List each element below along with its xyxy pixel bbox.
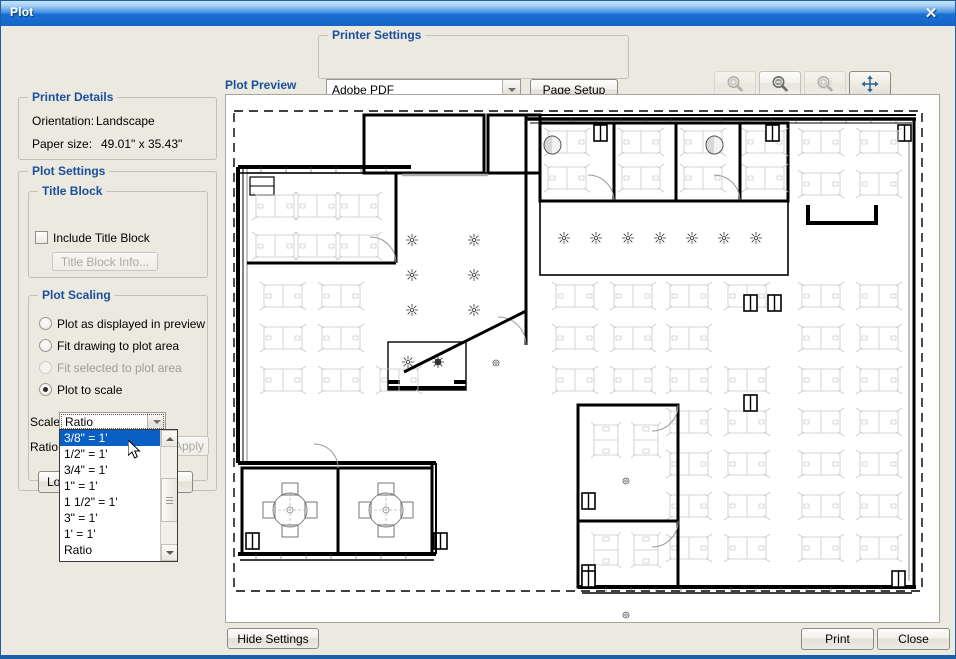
- print-button[interactable]: Print: [801, 628, 874, 650]
- scale-combo-arrow[interactable]: [147, 413, 165, 430]
- window-bottom-border: [1, 655, 955, 658]
- radio-plot-as-displayed-label: Plot as displayed in preview: [57, 317, 206, 331]
- title-block-legend: Title Block: [38, 184, 107, 198]
- chevron-up-icon: [165, 436, 174, 441]
- radio-fit-drawing[interactable]: [39, 339, 52, 352]
- include-title-block-label: Include Title Block: [53, 231, 150, 245]
- dropdown-item-2[interactable]: 3/4" = 1': [60, 462, 162, 478]
- window-titlebar: Plot ✕: [1, 1, 955, 26]
- dropdown-item-1[interactable]: 1/2" = 1': [60, 446, 162, 462]
- radio-fit-selected-label: Fit selected to plot area: [57, 361, 182, 375]
- scale-dropdown-list[interactable]: 3/8" = 1' 1/2" = 1' 3/4" = 1' 1" = 1' 1 …: [59, 429, 178, 562]
- radio-plot-to-scale-label: Plot to scale: [57, 383, 123, 397]
- printer-settings-legend: Printer Settings: [328, 28, 426, 42]
- orientation-value: Landscape: [96, 114, 155, 128]
- mouse-cursor-icon: [128, 440, 141, 459]
- radio-plot-to-scale[interactable]: [39, 383, 52, 396]
- plot-preview-canvas: [226, 95, 939, 622]
- window-title: Plot: [10, 5, 34, 19]
- radio-fit-selected: [39, 361, 52, 374]
- include-title-block-checkbox[interactable]: [35, 231, 48, 244]
- plot-preview-panel[interactable]: [225, 94, 940, 623]
- pan-icon: [861, 75, 879, 92]
- plot-settings-legend: Plot Settings: [28, 164, 110, 178]
- radio-fit-drawing-label: Fit drawing to plot area: [57, 339, 180, 353]
- floor-plan-drawing: [233, 110, 923, 619]
- zoom-window-button[interactable]: [804, 71, 846, 96]
- close-window-button[interactable]: ✕: [909, 2, 953, 24]
- dropdown-item-3[interactable]: 1" = 1': [60, 478, 162, 494]
- zoom-in-icon: [727, 75, 743, 92]
- scale-dropdown-items: 3/8" = 1' 1/2" = 1' 3/4" = 1' 1" = 1' 1 …: [60, 430, 162, 561]
- scrollbar-thumb[interactable]: [161, 478, 177, 522]
- scale-combo-value: Ratio: [65, 414, 94, 429]
- printer-details-legend: Printer Details: [28, 90, 118, 104]
- pan-button[interactable]: [849, 71, 891, 96]
- plot-scaling-legend: Plot Scaling: [38, 288, 115, 302]
- dropdown-item-5[interactable]: 3" = 1': [60, 510, 162, 526]
- dialog-client-area: Printer Settings Adobe PDF Page Setup Pr…: [1, 26, 955, 658]
- printer-settings-group: Printer Settings: [318, 28, 629, 79]
- paper-size-value: 49.01" x 35.43": [101, 137, 183, 151]
- scroll-up-button[interactable]: [161, 430, 177, 447]
- close-button[interactable]: Close: [877, 628, 950, 650]
- chevron-down-icon: [152, 419, 161, 424]
- close-icon: ✕: [924, 4, 938, 22]
- title-block-info-button[interactable]: Title Block Info...: [52, 252, 158, 271]
- hide-settings-button[interactable]: Hide Settings: [227, 628, 319, 649]
- paper-size-label: Paper size:: [32, 137, 93, 151]
- zoom-out-button[interactable]: [759, 71, 801, 96]
- zoom-in-button[interactable]: [714, 71, 756, 96]
- dropdown-item-4[interactable]: 1 1/2" = 1': [60, 494, 162, 510]
- dropdown-item-7[interactable]: Ratio: [60, 542, 162, 558]
- ratio-label: Ratio:: [30, 440, 62, 454]
- chevron-down-icon: [507, 87, 516, 92]
- dropdown-item-0[interactable]: 3/8" = 1': [60, 430, 162, 446]
- plot-preview-title: Plot Preview: [225, 78, 297, 92]
- scroll-down-button[interactable]: [161, 544, 177, 561]
- plot-dialog: Plot ✕ Printer Settings Adobe PDF Page S…: [0, 0, 956, 659]
- zoom-out-icon: [772, 75, 788, 92]
- dropdown-item-6[interactable]: 1' = 1': [60, 526, 162, 542]
- orientation-label: Orientation:: [32, 114, 95, 128]
- chevron-down-icon: [165, 550, 174, 555]
- radio-plot-as-displayed[interactable]: [39, 317, 52, 330]
- grip-icon: [166, 495, 173, 506]
- dropdown-scrollbar[interactable]: [160, 430, 177, 561]
- zoom-window-icon: [817, 75, 833, 92]
